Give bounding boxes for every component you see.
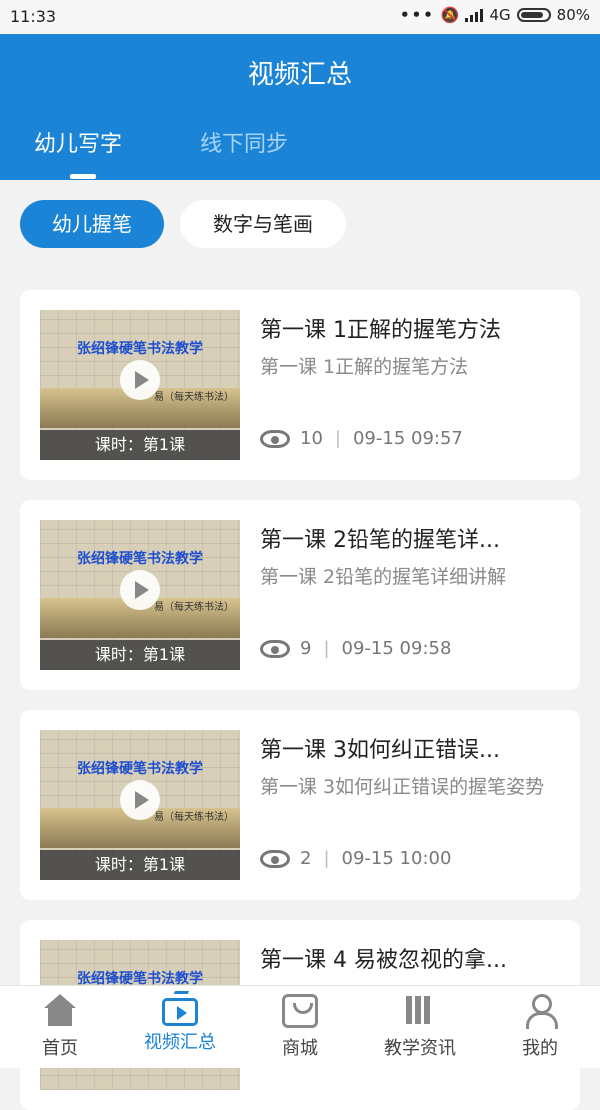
- status-icons: ••• 🔕 4G 80%: [400, 6, 590, 24]
- thumbnail-brand: 张绍锋硬笔书法教学: [77, 341, 203, 357]
- battery-icon: [516, 8, 551, 22]
- video-thumbnail[interactable]: 张绍锋硬笔书法教学 易（每天练书法） 课时：第1课: [40, 730, 240, 880]
- play-icon[interactable]: [120, 570, 160, 610]
- nav-mall-label: 商城: [282, 1038, 318, 1059]
- nav-video-label: 视频汇总: [144, 1032, 216, 1053]
- status-time: 11:33: [10, 7, 57, 26]
- tab-offline-sync[interactable]: 线下同步: [200, 126, 288, 158]
- video-description: 第一课 1正解的握笔方法: [260, 356, 469, 378]
- video-title: 第一课 4 易被忽视的拿...: [260, 948, 507, 973]
- thumbnail-subtitle: 易（每天练书法）: [154, 602, 234, 613]
- video-meta: 2 | 09-15 10:00: [260, 848, 451, 869]
- video-description: 第一课 2铅笔的握笔详细讲解: [260, 566, 507, 588]
- play-icon[interactable]: [120, 780, 160, 820]
- nav-teaching-news[interactable]: 教学资讯: [370, 994, 470, 1060]
- view-count: 9: [300, 638, 312, 659]
- books-icon: [402, 994, 438, 1028]
- lesson-label: 课时：第1课: [40, 640, 240, 670]
- divider: |: [334, 428, 341, 449]
- publish-time: 09-15 09:58: [341, 638, 452, 659]
- video-title: 第一课 1正解的握笔方法: [260, 318, 501, 343]
- user-icon: [522, 994, 558, 1029]
- eye-icon: [260, 429, 290, 448]
- page-title: 视频汇总: [247, 60, 352, 90]
- network-label: 4G: [489, 6, 511, 24]
- status-bar: 11:33 ••• 🔕 4G 80%: [0, 0, 600, 34]
- video-card[interactable]: 张绍锋硬笔书法教学 易（每天练书法） 课时：第1课 第一课 1正解的握笔方法 第…: [20, 290, 580, 480]
- video-title: 第一课 2铅笔的握笔详...: [260, 528, 500, 553]
- video-tv-icon: [162, 998, 198, 1026]
- bottom-navigation: 首页 视频汇总 商城 教学资讯 我的: [0, 985, 600, 1068]
- active-tab-indicator: [70, 174, 96, 179]
- divider: |: [323, 848, 330, 869]
- play-icon[interactable]: [120, 360, 160, 400]
- thumbnail-brand: 张绍锋硬笔书法教学: [77, 551, 203, 567]
- video-description: 第一课 3如何纠正错误的握笔姿势: [260, 776, 545, 798]
- chip-pen-grip[interactable]: 幼儿握笔: [20, 200, 164, 248]
- nav-home[interactable]: 首页: [10, 994, 110, 1060]
- eye-icon: [260, 849, 290, 868]
- thumbnail-subtitle: 易（每天练书法）: [154, 812, 234, 823]
- lesson-label: 课时：第1课: [40, 850, 240, 880]
- home-icon: [42, 994, 78, 1028]
- thumbnail-brand: 张绍锋硬笔书法教学: [77, 761, 203, 777]
- divider: |: [323, 638, 330, 659]
- view-count: 10: [300, 428, 323, 449]
- app-header: 视频汇总 幼儿写字 线下同步: [0, 34, 600, 180]
- nav-mall[interactable]: 商城: [250, 994, 350, 1060]
- chip-numbers-strokes[interactable]: 数字与笔画: [180, 200, 346, 248]
- signal-icon: [465, 8, 484, 22]
- nav-video-summary[interactable]: 视频汇总: [130, 994, 230, 1054]
- video-card[interactable]: 张绍锋硬笔书法教学 易（每天练书法） 课时：第1课 第一课 2铅笔的握笔详...…: [20, 500, 580, 690]
- video-meta: 9 | 09-15 09:58: [260, 638, 451, 659]
- video-title: 第一课 3如何纠正错误...: [260, 738, 500, 763]
- nav-mine[interactable]: 我的: [490, 994, 590, 1060]
- video-meta: 10 | 09-15 09:57: [260, 428, 463, 449]
- lesson-label: 课时：第1课: [40, 430, 240, 460]
- video-thumbnail[interactable]: 张绍锋硬笔书法教学 易（每天练书法） 课时：第1课: [40, 520, 240, 670]
- nav-news-label: 教学资讯: [384, 1038, 456, 1059]
- view-count: 2: [300, 848, 312, 869]
- publish-time: 09-15 10:00: [341, 848, 452, 869]
- shopping-bag-icon: [282, 994, 318, 1028]
- thumbnail-subtitle: 易（每天练书法）: [154, 392, 234, 403]
- video-card[interactable]: 张绍锋硬笔书法教学 易（每天练书法） 课时：第1课 第一课 3如何纠正错误...…: [20, 710, 580, 900]
- nav-home-label: 首页: [42, 1038, 78, 1059]
- eye-icon: [260, 639, 290, 658]
- nav-mine-label: 我的: [522, 1038, 558, 1059]
- video-thumbnail[interactable]: 张绍锋硬笔书法教学 易（每天练书法） 课时：第1课: [40, 310, 240, 460]
- mute-icon: 🔕: [440, 6, 460, 24]
- battery-level: 80%: [556, 6, 590, 24]
- more-dots-icon: •••: [400, 6, 435, 24]
- publish-time: 09-15 09:57: [352, 428, 463, 449]
- tab-kids-writing[interactable]: 幼儿写字: [34, 126, 122, 158]
